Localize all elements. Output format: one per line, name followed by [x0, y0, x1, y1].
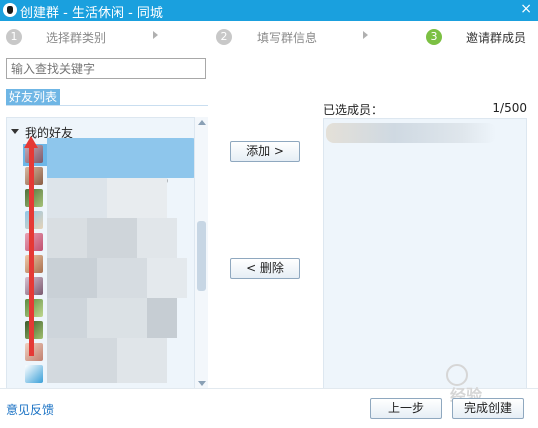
friend-list-scrollbar[interactable]	[194, 117, 208, 389]
selected-member-item[interactable]	[326, 123, 496, 143]
avatar	[25, 189, 43, 207]
remove-member-button[interactable]: < 删除	[230, 258, 300, 279]
scroll-down-icon[interactable]	[198, 381, 206, 386]
avatar	[25, 233, 43, 251]
privacy-mosaic	[47, 138, 202, 386]
avatar	[25, 211, 43, 229]
avatar	[25, 299, 43, 317]
tab-friends-list[interactable]: 好友列表	[6, 89, 61, 105]
avatar	[25, 321, 43, 339]
avatar	[25, 365, 43, 383]
scroll-thumb[interactable]	[197, 221, 206, 291]
feedback-link[interactable]: 意见反馈	[6, 401, 54, 418]
step-3-label: 邀请群成员	[466, 31, 527, 45]
window-title: 创建群 - 生活休闲 - 同城	[20, 6, 163, 21]
qq-penguin-icon	[3, 3, 17, 17]
step-2-label: 填写群信息	[257, 31, 318, 45]
step-arrow-icon	[363, 31, 368, 39]
step-arrow-icon	[153, 31, 158, 39]
avatar	[25, 343, 43, 361]
step-3-number: 3	[426, 29, 442, 45]
baidu-watermark: 经验	[398, 364, 528, 405]
step-2-number: 2	[216, 29, 232, 45]
tab-divider	[6, 105, 208, 106]
search-input[interactable]	[6, 58, 206, 79]
close-icon[interactable]: ×	[520, 1, 532, 17]
title-bar: 创建群 - 生活休闲 - 同城 ×	[0, 0, 538, 21]
avatar	[25, 277, 43, 295]
selected-members-panel[interactable]	[323, 118, 527, 389]
wizard-steps: 1 选择群类别 2 填写群信息 3 邀请群成员	[0, 21, 538, 53]
selected-members-label: 已选成员：	[323, 103, 384, 117]
step-1-number: 1	[6, 29, 22, 45]
annotation-arrow	[24, 136, 38, 356]
avatar	[25, 255, 43, 273]
expand-triangle-icon[interactable]	[11, 129, 19, 134]
previous-step-button[interactable]: 上一步	[370, 398, 442, 419]
friend-list-panel[interactable]: 我的好友 1)	[6, 117, 208, 389]
scroll-up-icon[interactable]	[198, 120, 206, 125]
step-1-label: 选择群类别	[46, 31, 107, 45]
selected-members-count: 1/500	[492, 101, 527, 115]
avatar	[25, 167, 43, 185]
finish-create-button[interactable]: 完成创建	[452, 398, 524, 419]
add-member-button[interactable]: 添加 >	[230, 141, 300, 162]
